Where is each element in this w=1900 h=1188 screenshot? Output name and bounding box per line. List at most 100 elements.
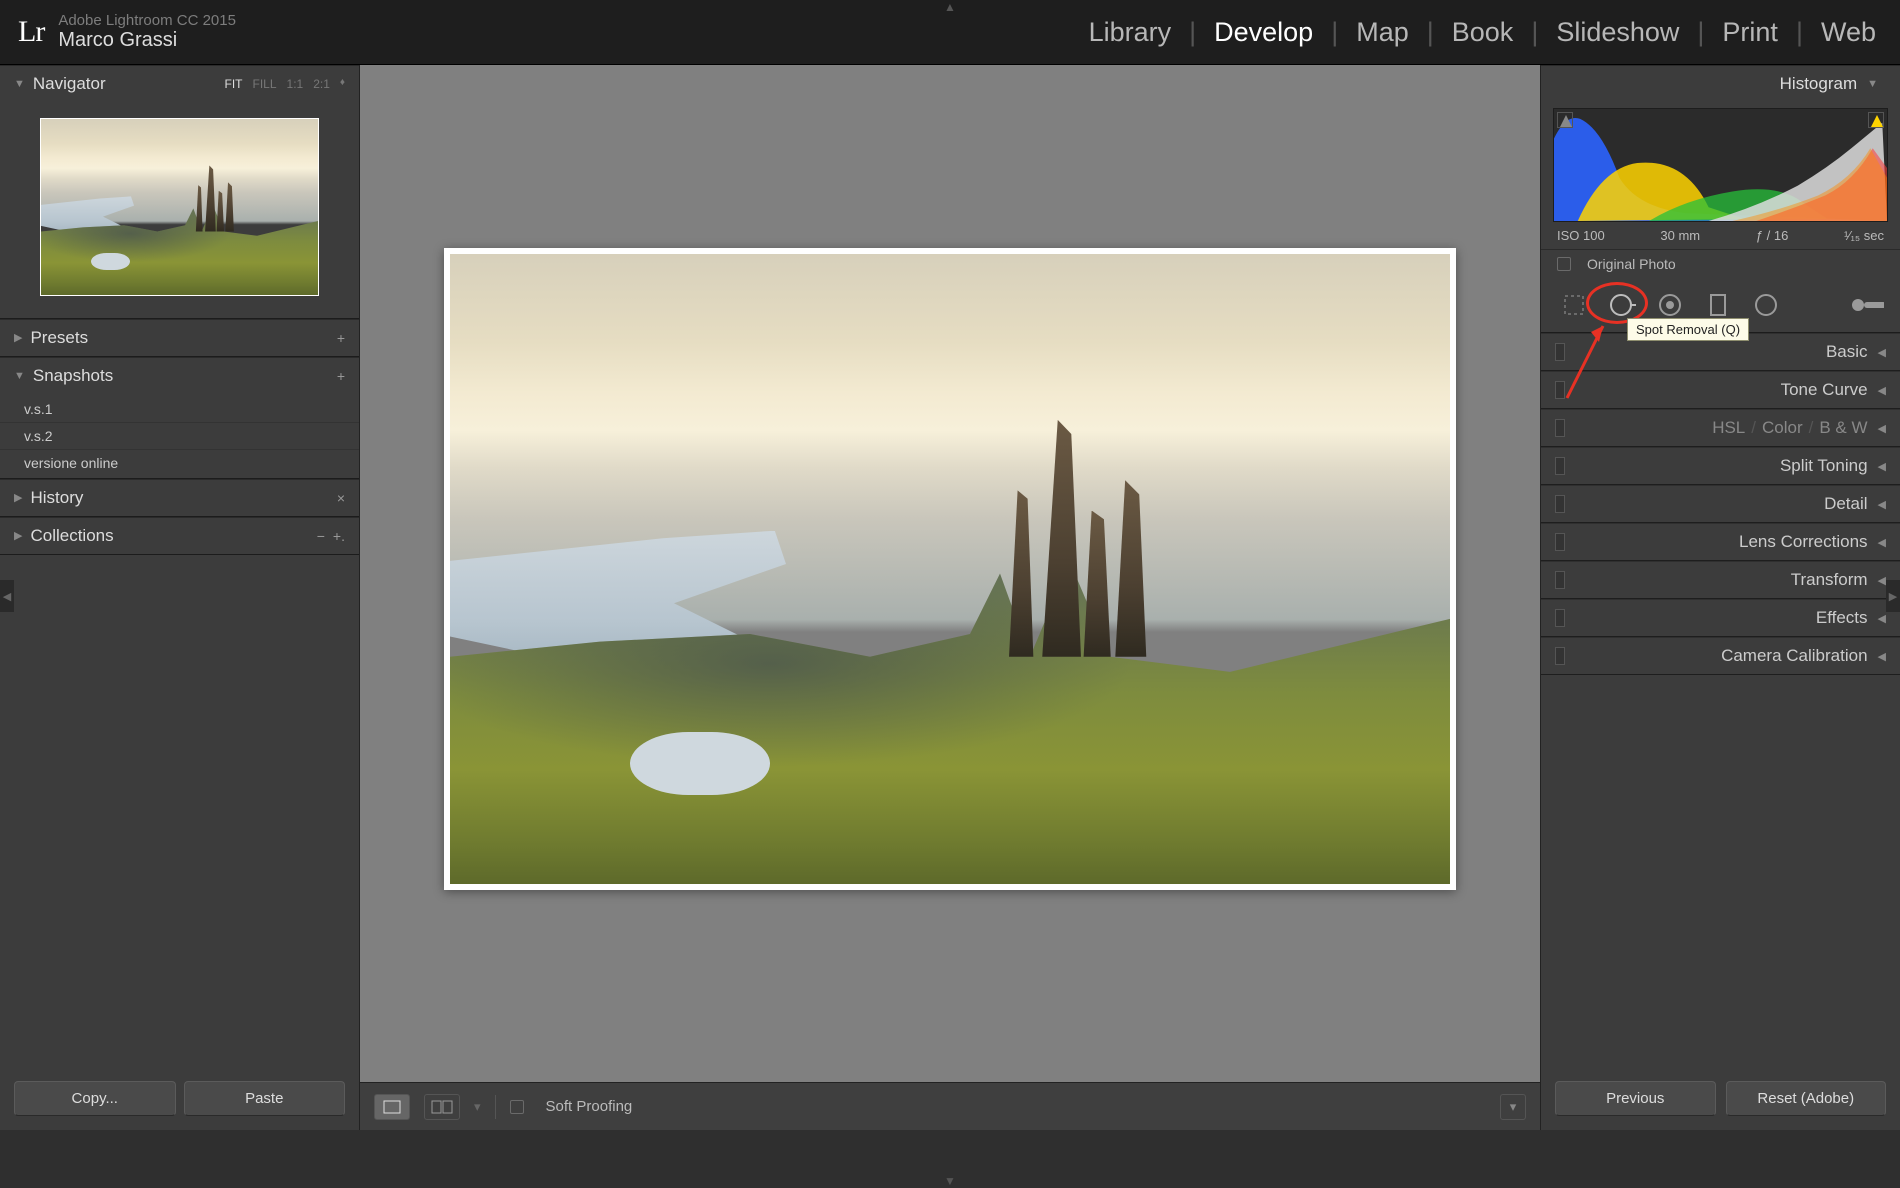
view-before-after-icon[interactable] — [424, 1094, 460, 1120]
module-picker: Library| Develop| Map| Book| Slideshow| … — [1083, 17, 1882, 48]
snapshot-item[interactable]: v.s.1 — [0, 396, 359, 422]
split-toning-panel-header[interactable]: Split Toning ◀ — [1541, 447, 1900, 485]
panel-switch-icon[interactable] — [1555, 457, 1565, 475]
navigator-zoom-picker: FIT FILL 1:1 2:1 ♦ — [225, 77, 346, 91]
module-develop[interactable]: Develop — [1208, 17, 1319, 48]
triangle-left-icon: ◀ — [1878, 384, 1886, 397]
tone-curve-panel-header[interactable]: Tone Curve ◀ — [1541, 371, 1900, 409]
navigator-panel: ▼ Navigator FIT FILL 1:1 2:1 ♦ — [0, 65, 359, 319]
zoom-1-1[interactable]: 1:1 — [287, 77, 304, 91]
snapshots-title: Snapshots — [33, 366, 337, 386]
snapshot-item[interactable]: versione online — [0, 449, 359, 476]
previous-button[interactable]: Previous — [1555, 1081, 1716, 1116]
panel-switch-icon[interactable] — [1555, 419, 1565, 437]
bw-tab[interactable]: B & W — [1819, 418, 1867, 438]
right-panel: Histogram ▼ ISO 100 30 mm ƒ / 16 — [1540, 65, 1900, 1130]
toolbar-menu-icon[interactable]: ▾ — [1500, 1094, 1526, 1120]
soft-proofing-label: Soft Proofing — [546, 1098, 633, 1115]
snapshots-add-icon[interactable]: + — [337, 368, 345, 384]
triangle-down-icon: ▼ — [14, 370, 25, 382]
module-book[interactable]: Book — [1446, 17, 1520, 48]
collections-remove-icon[interactable]: − — [317, 528, 325, 544]
identity-plate: Adobe Lightroom CC 2015 Marco Grassi — [58, 12, 236, 52]
highlight-clipping-icon[interactable] — [1868, 112, 1884, 128]
soft-proofing-checkbox[interactable] — [510, 1100, 524, 1114]
shadow-clipping-icon[interactable] — [1557, 112, 1573, 128]
triangle-right-icon: ▶ — [14, 331, 22, 344]
lens-corrections-panel-header[interactable]: Lens Corrections ◀ — [1541, 523, 1900, 561]
radial-filter-tool-icon[interactable] — [1749, 290, 1783, 320]
module-map[interactable]: Map — [1350, 17, 1415, 48]
collections-add-icon[interactable]: +. — [333, 528, 345, 544]
collections-title: Collections — [30, 526, 316, 546]
main-photo[interactable] — [444, 248, 1456, 890]
user-name: Marco Grassi — [58, 29, 236, 52]
histogram-display[interactable] — [1553, 108, 1888, 222]
local-adjust-toolstrip: Spot Removal (Q) — [1541, 278, 1900, 332]
spot-removal-tool-icon[interactable] — [1605, 290, 1639, 320]
module-library[interactable]: Library — [1083, 17, 1178, 48]
adjustment-brush-tool-icon[interactable] — [1850, 290, 1884, 320]
detail-panel-header[interactable]: Detail ◀ — [1541, 485, 1900, 523]
filmstrip-grip-icon[interactable]: ▼ — [944, 1174, 956, 1188]
camera-calibration-panel-header[interactable]: Camera Calibration ◀ — [1541, 637, 1900, 675]
triangle-left-icon: ◀ — [1878, 498, 1886, 511]
hsl-tab[interactable]: HSL — [1712, 418, 1745, 438]
panel-switch-icon[interactable] — [1555, 381, 1565, 399]
effects-panel-header[interactable]: Effects ◀ — [1541, 599, 1900, 637]
panel-switch-icon[interactable] — [1555, 343, 1565, 361]
presets-add-icon[interactable]: + — [337, 330, 345, 346]
navigator-header[interactable]: ▼ Navigator FIT FILL 1:1 2:1 ♦ — [0, 66, 359, 102]
navigator-title: Navigator — [33, 74, 225, 94]
zoom-menu-icon[interactable]: ♦ — [340, 77, 345, 91]
triangle-left-icon: ◀ — [1878, 460, 1886, 473]
panel-switch-icon[interactable] — [1555, 495, 1565, 513]
panel-switch-icon[interactable] — [1555, 609, 1565, 627]
zoom-fill[interactable]: FILL — [253, 77, 277, 91]
triangle-right-icon: ▶ — [14, 491, 22, 504]
color-tab[interactable]: Color — [1762, 418, 1803, 438]
red-eye-tool-icon[interactable] — [1653, 290, 1687, 320]
panel-switch-icon[interactable] — [1555, 533, 1565, 551]
copy-button[interactable]: Copy... — [14, 1081, 176, 1116]
snapshots-header[interactable]: ▼ Snapshots + — [0, 358, 359, 394]
collections-header[interactable]: ▶ Collections −+. — [0, 518, 359, 554]
transform-panel-header[interactable]: Transform ◀ — [1541, 561, 1900, 599]
hsl-panel-header[interactable]: HSL/ Color/ B & W ◀ — [1541, 409, 1900, 447]
center-toolbar: ▾ Soft Proofing ▾ — [360, 1082, 1540, 1130]
graduated-filter-tool-icon[interactable] — [1701, 290, 1735, 320]
view-loupe-icon[interactable] — [374, 1094, 410, 1120]
reset-button[interactable]: Reset (Adobe) — [1726, 1081, 1887, 1116]
left-panel-grip-icon[interactable]: ◀ — [0, 580, 14, 612]
center-stage: ▾ Soft Proofing ▾ — [360, 65, 1540, 1130]
zoom-fit[interactable]: FIT — [225, 77, 243, 91]
right-panel-grip-icon[interactable]: ▶ — [1886, 580, 1900, 612]
module-slideshow[interactable]: Slideshow — [1550, 17, 1685, 48]
module-print[interactable]: Print — [1716, 17, 1784, 48]
triangle-left-icon: ◀ — [1878, 422, 1886, 435]
triangle-left-icon: ◀ — [1878, 346, 1886, 359]
paste-button[interactable]: Paste — [184, 1081, 346, 1116]
panel-switch-icon[interactable] — [1555, 647, 1565, 665]
zoom-2-1[interactable]: 2:1 — [313, 77, 330, 91]
navigator-thumbnail[interactable] — [40, 118, 319, 296]
snapshot-item[interactable]: v.s.2 — [0, 422, 359, 449]
histogram-header[interactable]: Histogram ▼ — [1541, 66, 1900, 102]
presets-title: Presets — [30, 328, 336, 348]
triangle-left-icon: ◀ — [1878, 574, 1886, 587]
histogram-title: Histogram — [1555, 74, 1857, 94]
panel-switch-icon[interactable] — [1555, 571, 1565, 589]
triangle-down-icon: ▼ — [14, 78, 25, 90]
history-title: History — [30, 488, 336, 508]
history-clear-icon[interactable]: × — [337, 490, 345, 506]
presets-header[interactable]: ▶ Presets + — [0, 320, 359, 356]
triangle-left-icon: ◀ — [1878, 650, 1886, 663]
module-web[interactable]: Web — [1815, 17, 1882, 48]
history-header[interactable]: ▶ History × — [0, 480, 359, 516]
crop-tool-icon[interactable] — [1557, 290, 1591, 320]
triangle-left-icon: ◀ — [1878, 612, 1886, 625]
triangle-left-icon: ◀ — [1878, 536, 1886, 549]
snapshots-list: v.s.1 v.s.2 versione online — [0, 394, 359, 478]
top-panel-grip-icon[interactable]: ▲ — [944, 0, 956, 14]
logo-mark: Lr — [18, 15, 44, 49]
